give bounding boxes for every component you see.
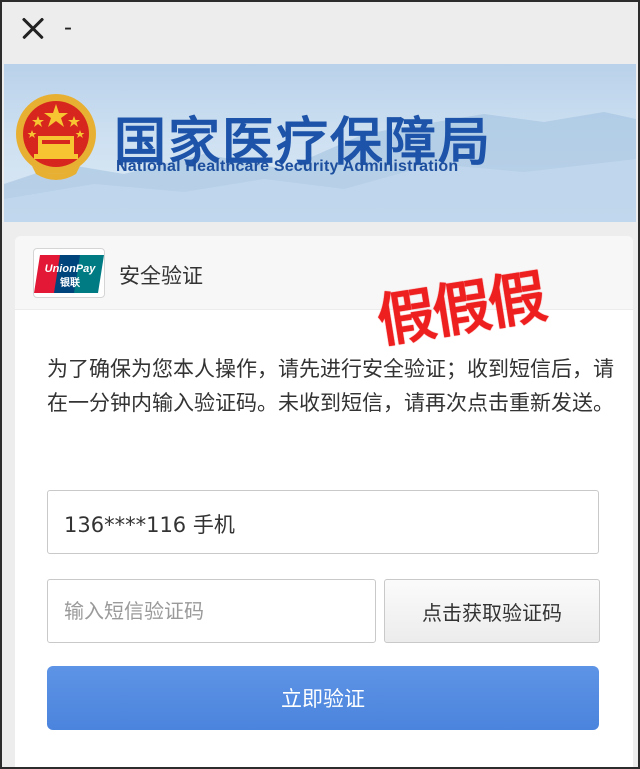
card-header: UnionPay 银联 安全验证 — [15, 236, 633, 310]
instruction-text: 为了确保为您本人操作，请先进行安全验证；收到短信后，请在一分钟内输入验证码。未收… — [47, 357, 614, 415]
phone-number-field[interactable]: 136****116 手机 — [47, 490, 599, 554]
unionpay-logo-text: UnionPay — [45, 263, 97, 275]
get-code-button[interactable]: 点击获取验证码 — [384, 579, 600, 643]
verification-card: UnionPay 银联 安全验证 为了确保为您本人操作，请先进行安全验证；收到短… — [15, 236, 633, 769]
banner-title-en: National Healthcare Security Administrat… — [116, 158, 459, 175]
close-icon[interactable] — [18, 14, 48, 44]
phone-number-value: 136****116 手机 — [64, 513, 235, 537]
security-verification-label: 安全验证 — [119, 264, 203, 288]
national-emblem-icon — [16, 94, 96, 180]
unionpay-logo-cn: 银联 — [60, 276, 80, 289]
window-title: - — [64, 14, 72, 41]
verify-now-button[interactable]: 立即验证 — [47, 666, 599, 730]
top-bar: - — [0, 0, 640, 62]
unionpay-logo: UnionPay 银联 — [33, 248, 105, 298]
header-banner: 国家医疗保障局 National Healthcare Security Adm… — [4, 64, 636, 222]
sms-code-input[interactable] — [47, 579, 376, 643]
